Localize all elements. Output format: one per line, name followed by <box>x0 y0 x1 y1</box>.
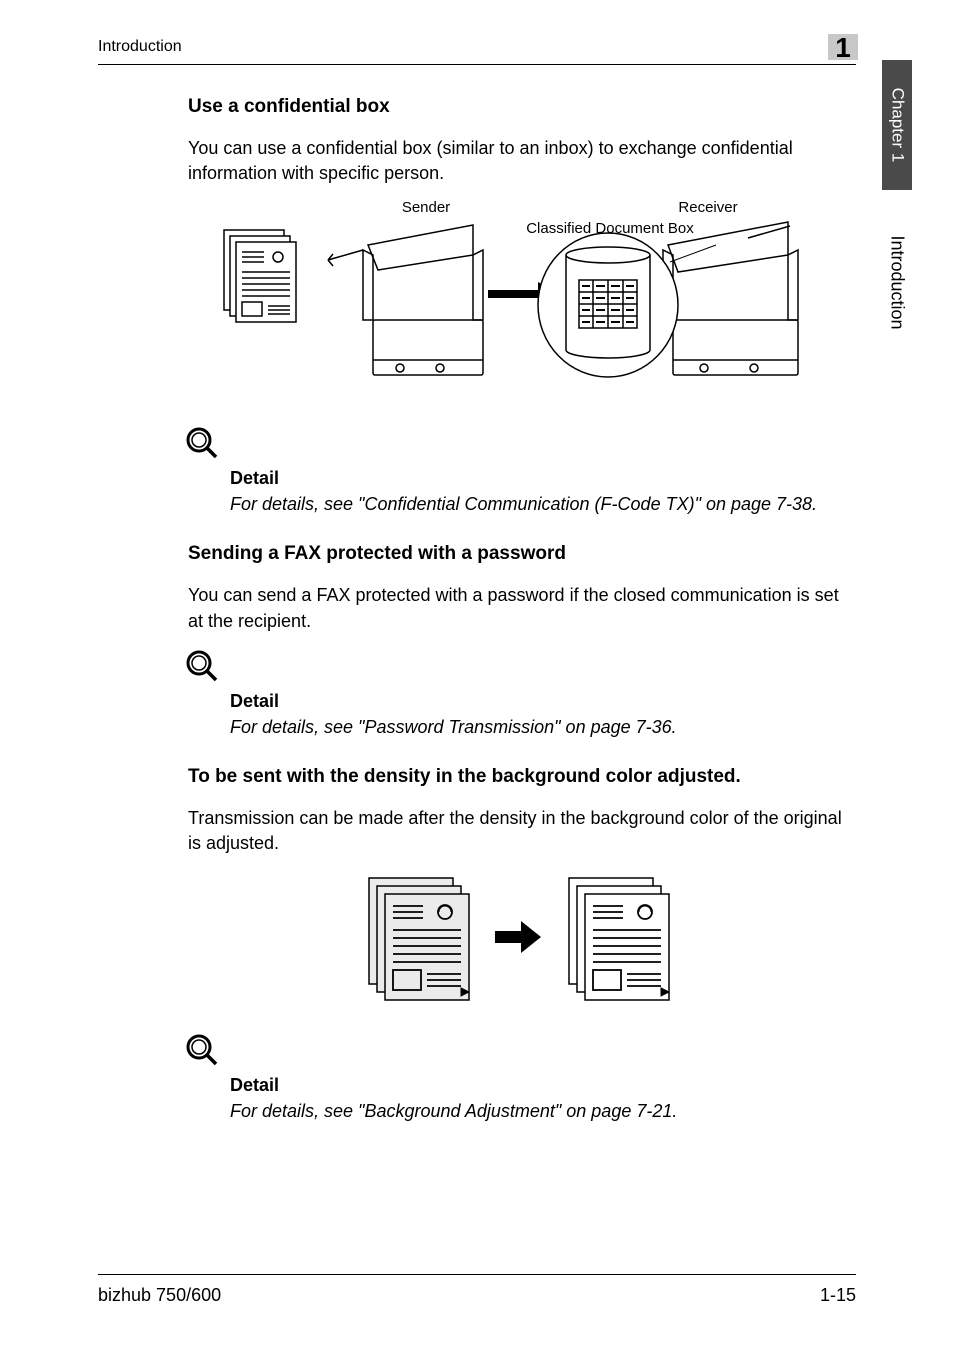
side-tab-section: Introduction <box>882 200 912 365</box>
section1-heading: Use a confidential box <box>188 96 848 118</box>
section1-paragraph: You can use a confidential box (similar … <box>188 136 848 186</box>
section3-detail-text: For details, see "Background Adjustment"… <box>230 1098 848 1124</box>
section1-detail-text: For details, see "Confidential Communica… <box>230 491 848 517</box>
section2-detail-label: Detail <box>230 691 848 712</box>
page-content: Use a confidential box You can use a con… <box>188 96 848 1150</box>
diagram-confidential-box: Sender Receiver Classified Document Box <box>208 200 848 395</box>
chapter-number-box: 1 <box>828 34 858 60</box>
chapter-number: 1 <box>835 32 851 64</box>
side-tab-section-label: Introduction <box>887 235 908 329</box>
footer-page: 1-15 <box>820 1285 856 1306</box>
diagram-density-adjust <box>188 872 848 1002</box>
section2-detail-text: For details, see "Password Transmission"… <box>230 714 848 740</box>
magnify-icon <box>184 425 848 466</box>
side-tab-chapter: Chapter 1 <box>882 60 912 190</box>
section2-heading: Sending a FAX protected with a password <box>188 543 848 565</box>
section1-detail-label: Detail <box>230 468 848 489</box>
section2-paragraph: You can send a FAX protected with a pass… <box>188 583 848 633</box>
section3-paragraph: Transmission can be made after the densi… <box>188 806 848 856</box>
arrow-right-icon <box>493 917 543 957</box>
footer-model: bizhub 750/600 <box>98 1285 221 1306</box>
magnify-icon <box>184 648 848 689</box>
page-header: Introduction <box>98 38 856 65</box>
magnify-icon <box>184 1032 848 1073</box>
section3-heading: To be sent with the density in the backg… <box>188 766 848 788</box>
diagram-receiver-label: Receiver <box>678 200 737 216</box>
section3-detail-label: Detail <box>230 1075 848 1096</box>
header-title: Introduction <box>98 38 182 56</box>
page-footer: bizhub 750/600 1-15 <box>98 1274 856 1306</box>
diagram-sender-label: Sender <box>402 200 450 216</box>
side-tab-chapter-label: Chapter 1 <box>887 88 907 163</box>
